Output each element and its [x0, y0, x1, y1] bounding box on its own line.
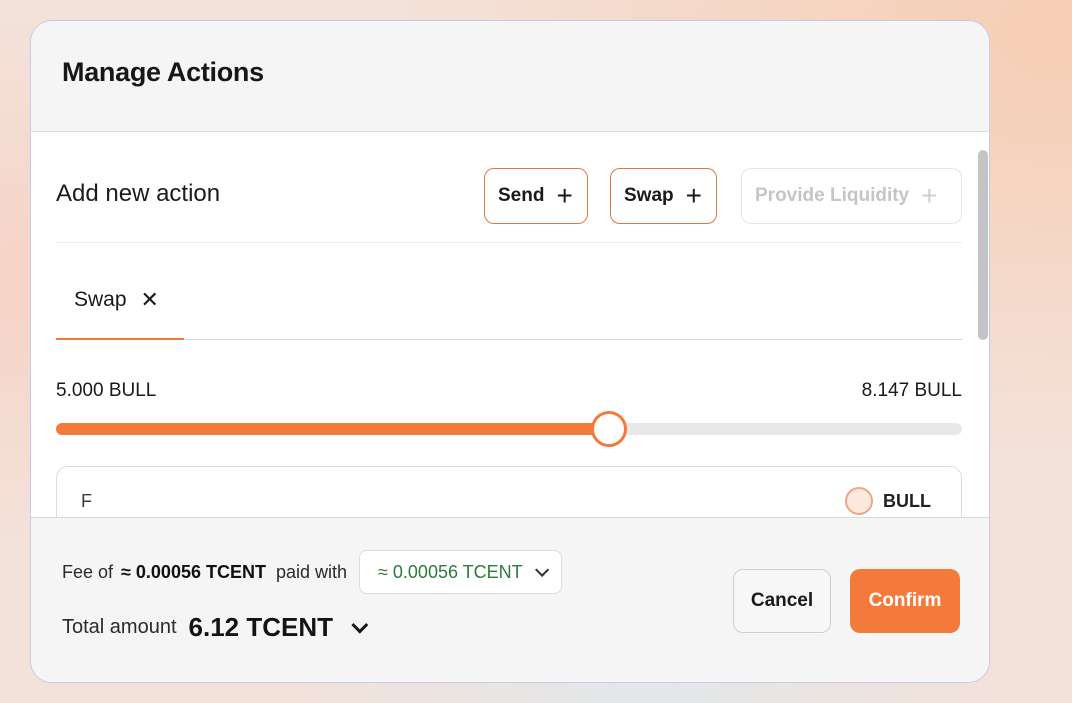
add-swap-label: Swap	[624, 185, 674, 206]
fee-amount: ≈ 0.00056 TCENT	[121, 561, 266, 582]
fee-token-select[interactable]: ≈ 0.00056 TCENT	[359, 550, 562, 594]
fee-paid-with: paid with	[275, 561, 348, 582]
token-name: BULL	[883, 490, 931, 511]
tab-swap[interactable]: Swap ✕	[56, 262, 184, 340]
divider	[56, 242, 962, 243]
close-icon[interactable]: ✕	[141, 287, 159, 313]
chevron-down-icon[interactable]	[351, 616, 369, 634]
bull-token-icon	[845, 487, 873, 515]
fee-row: Fee of ≈ 0.00056 TCENT paid with ≈ 0.000…	[62, 550, 562, 594]
fee-prefix: Fee of	[62, 561, 114, 582]
swap-from-card: F BULL	[56, 466, 962, 517]
scrollbar[interactable]	[975, 132, 989, 517]
action-tabs: Swap ✕	[56, 262, 962, 340]
slider-thumb[interactable]	[590, 411, 627, 447]
add-send-label: Send	[498, 185, 545, 206]
token-selector[interactable]: BULL	[845, 487, 931, 515]
add-provide-liquidity-button[interactable]: Provide Liquidity +	[741, 168, 962, 224]
scrollbar-thumb[interactable]	[978, 150, 988, 340]
plus-icon: +	[556, 180, 573, 211]
cancel-button[interactable]: Cancel	[733, 569, 831, 633]
total-label: Total amount	[62, 616, 177, 638]
add-provide-liquidity-label: Provide Liquidity	[755, 185, 910, 206]
modal-body: Add new action Send + Swap + Provide Liq…	[31, 132, 989, 517]
range-labels: 5.000 BULL 8.147 BULL	[56, 380, 962, 404]
modal-title: Manage Actions	[62, 57, 264, 87]
amount-slider[interactable]	[56, 411, 962, 447]
from-label: F	[81, 491, 92, 511]
manage-actions-modal: Manage Actions Add new action Send + Swa…	[30, 20, 990, 683]
modal-footer: Fee of ≈ 0.00056 TCENT paid with ≈ 0.000…	[31, 517, 989, 682]
slider-fill	[56, 423, 609, 435]
plus-icon: +	[685, 180, 702, 211]
range-max-label: 8.147 BULL	[861, 380, 962, 401]
add-send-button[interactable]: Send +	[484, 168, 588, 224]
add-action-title: Add new action	[56, 180, 221, 207]
total-value: 6.12 TCENT	[188, 612, 334, 642]
total-row[interactable]: Total amount 6.12 TCENT	[62, 612, 369, 643]
tab-swap-label: Swap	[74, 288, 127, 311]
modal-header: Manage Actions	[31, 21, 989, 132]
plus-icon: +	[921, 180, 938, 211]
add-swap-button[interactable]: Swap +	[610, 168, 717, 224]
confirm-button[interactable]: Confirm	[850, 569, 960, 633]
chevron-down-icon	[534, 562, 549, 577]
add-action-row: Add new action Send + Swap + Provide Liq…	[56, 168, 962, 224]
range-min-label: 5.000 BULL	[56, 380, 157, 401]
fee-token-select-value: ≈ 0.00056 TCENT	[378, 561, 523, 582]
